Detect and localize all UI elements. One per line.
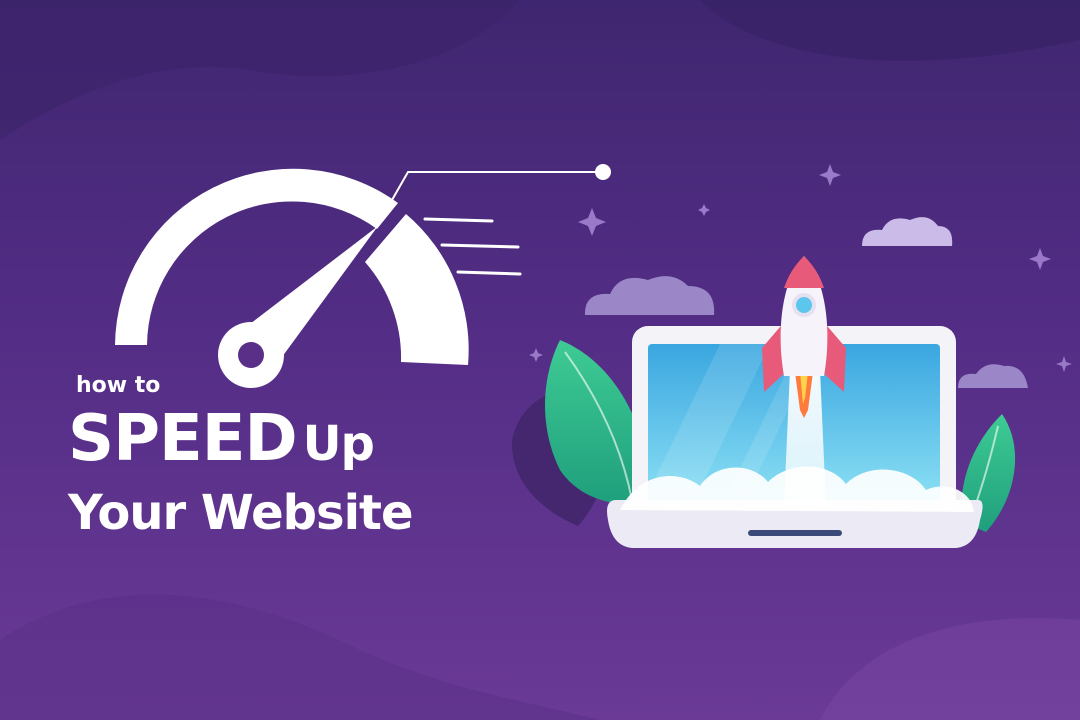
sparkle-icon (698, 204, 710, 216)
background-blob (820, 618, 1080, 720)
illustration (0, 0, 1080, 720)
gauge-pointer-dot (595, 164, 611, 180)
gauge-arc (115, 168, 398, 345)
rocket-nose (784, 256, 824, 288)
speed-line (423, 217, 494, 223)
gauge-arc (365, 214, 469, 365)
sparkle-icon (578, 208, 606, 236)
headline-speed: SPEED (68, 402, 298, 476)
sparkle-icon (1029, 248, 1051, 270)
headline: how to SPEED Up Your Website (68, 372, 414, 543)
background-blob (0, 594, 600, 720)
cloud-icon (584, 276, 715, 315)
headline-line-2: Your Website (68, 485, 414, 541)
sparkle-icon (1056, 356, 1072, 372)
gauge-hub-hole (238, 342, 264, 368)
hero-banner: how to SPEED Up Your Website (0, 0, 1080, 720)
sparkle-icon (529, 348, 543, 362)
speed-line (456, 270, 522, 276)
cloud-icon (862, 217, 953, 246)
headline-up: Up (302, 416, 375, 472)
headline-kicker: how to (76, 373, 161, 398)
speed-line (440, 243, 520, 249)
headline-line-1: SPEED Up (68, 400, 413, 483)
background-blob (0, 0, 520, 140)
laptop-trackpad-notch (748, 530, 842, 536)
rocket-window (796, 297, 812, 313)
cloud-icon (958, 364, 1028, 388)
background-blob (700, 0, 1080, 61)
sparkle-icon (819, 164, 841, 186)
